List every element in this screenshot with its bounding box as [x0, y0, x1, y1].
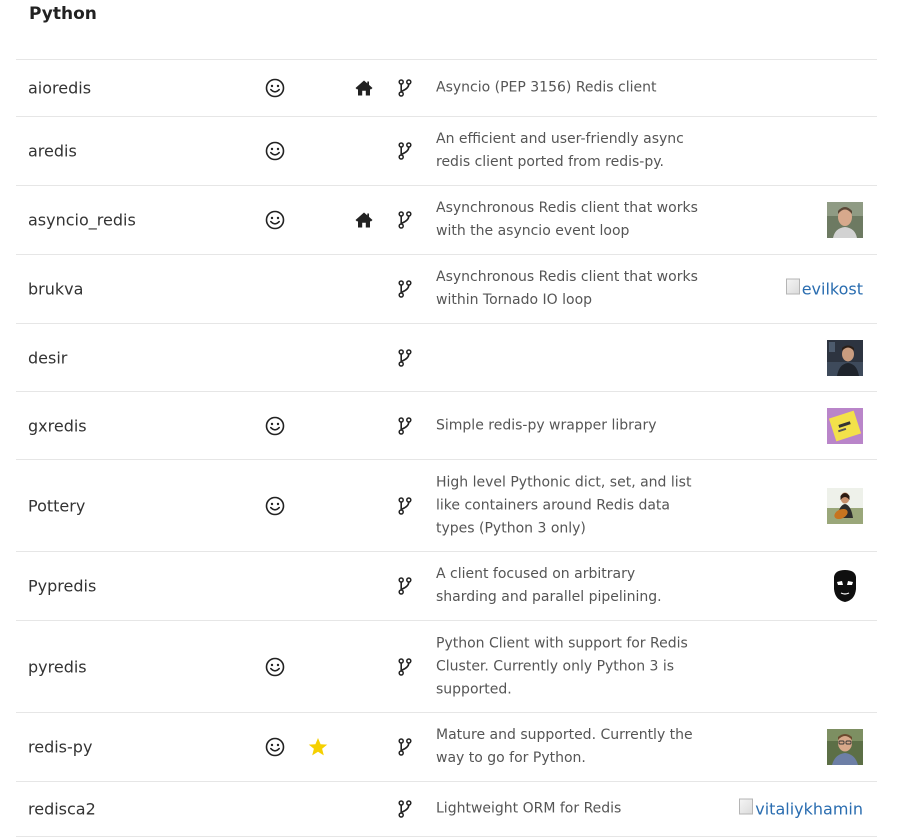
author-alt-text: vitaliykhamin	[755, 799, 863, 819]
broken-image-icon	[739, 798, 754, 814]
smiley-icon	[264, 77, 286, 99]
table-row: aredis An efficient and user-friendly asy…	[16, 117, 877, 186]
table-row: gxredis Simple redis-py wrapper library	[16, 392, 877, 460]
author-link[interactable]	[827, 339, 863, 376]
client-description: A client focused on arbitrary sharding a…	[436, 566, 662, 605]
avatar	[827, 202, 863, 238]
code-fork-icon[interactable]	[398, 657, 412, 676]
table-row: Pottery High level Pythonic dict, set, an…	[16, 460, 877, 552]
table-row: pyredis Python Client with support for Re…	[16, 621, 877, 713]
author-image-alt: evilkost	[785, 278, 863, 299]
home-icon[interactable]	[354, 78, 374, 98]
client-description: Mature and supported. Currently the way …	[436, 727, 693, 766]
code-fork-icon[interactable]	[398, 496, 412, 515]
author-link[interactable]: vitaliykhamin	[739, 798, 863, 819]
code-fork-icon[interactable]	[398, 416, 412, 435]
client-name-link[interactable]: Pypredis	[28, 577, 96, 596]
code-fork-icon[interactable]	[398, 738, 412, 756]
table-row: desir	[16, 324, 877, 392]
table-row: redis-py Mature and supported. Currently …	[16, 713, 877, 782]
client-description: Simple redis-py wrapper library	[436, 417, 657, 433]
client-name-link[interactable]: gxredis	[28, 416, 87, 435]
client-description: An efficient and user-friendly async red…	[436, 131, 684, 170]
client-description: High level Pythonic dict, set, and list …	[436, 474, 692, 536]
table-row: aioredis Asyncio (PEP 3156) Redis client	[16, 60, 877, 117]
client-name-link[interactable]: pyredis	[28, 657, 87, 676]
client-name-link[interactable]: redis-py	[28, 738, 92, 757]
code-fork-icon[interactable]	[398, 211, 412, 229]
smiley-icon	[264, 415, 286, 437]
author-link[interactable]	[827, 729, 863, 765]
client-description: Lightweight ORM for Redis	[436, 800, 622, 817]
home-icon[interactable]	[354, 210, 374, 230]
table-row: asyncio_redis Asynchronous Redis client t…	[16, 186, 877, 255]
smiley-icon	[264, 495, 286, 517]
author-link[interactable]	[827, 568, 863, 604]
client-name-link[interactable]: asyncio_redis	[28, 211, 136, 230]
client-name-link[interactable]: redisca2	[28, 800, 96, 819]
code-fork-icon[interactable]	[398, 142, 412, 160]
smiley-icon	[264, 140, 286, 162]
author-link[interactable]	[827, 202, 863, 238]
code-fork-icon[interactable]	[398, 577, 412, 595]
code-fork-icon[interactable]	[398, 348, 412, 367]
client-name-link[interactable]: brukva	[28, 280, 83, 299]
code-fork-icon[interactable]	[398, 800, 412, 818]
client-description: Asyncio (PEP 3156) Redis client	[436, 79, 657, 96]
smiley-icon	[264, 736, 286, 758]
avatar	[827, 407, 863, 444]
client-name-link[interactable]: Pottery	[28, 496, 85, 515]
author-link[interactable]	[827, 487, 863, 524]
author-image-alt: vitaliykhamin	[739, 798, 863, 819]
table-row: redisca2 Lightweight ORM for Redis vitaliy…	[16, 782, 877, 837]
client-description: Python Client with support for Redis Clu…	[436, 635, 688, 697]
section-title: Python	[29, 4, 97, 24]
client-name-link[interactable]: desir	[28, 348, 67, 367]
author-link[interactable]	[827, 407, 863, 444]
client-description: Asynchronous Redis client that works wit…	[436, 269, 698, 308]
client-name-link[interactable]: aioredis	[28, 79, 91, 98]
client-table: aioredis Asyncio (PEP 3156) Redis client a…	[16, 59, 877, 837]
client-description: Asynchronous Redis client that works wit…	[436, 200, 698, 239]
avatar	[827, 339, 863, 376]
smiley-icon	[264, 656, 286, 678]
code-fork-icon[interactable]	[398, 79, 412, 97]
author-alt-text: evilkost	[801, 279, 863, 299]
code-fork-icon[interactable]	[398, 280, 412, 298]
client-name-link[interactable]: aredis	[28, 142, 77, 161]
avatar	[827, 568, 863, 604]
avatar	[827, 729, 863, 765]
smiley-icon	[264, 209, 286, 231]
table-row: brukva Asynchronous Redis client that wor…	[16, 255, 877, 324]
broken-image-icon	[785, 278, 800, 294]
avatar	[827, 487, 863, 524]
author-link[interactable]: evilkost	[785, 278, 863, 299]
table-row: Pypredis A client focused on arbitrary sh…	[16, 552, 877, 621]
star-icon	[308, 737, 328, 757]
